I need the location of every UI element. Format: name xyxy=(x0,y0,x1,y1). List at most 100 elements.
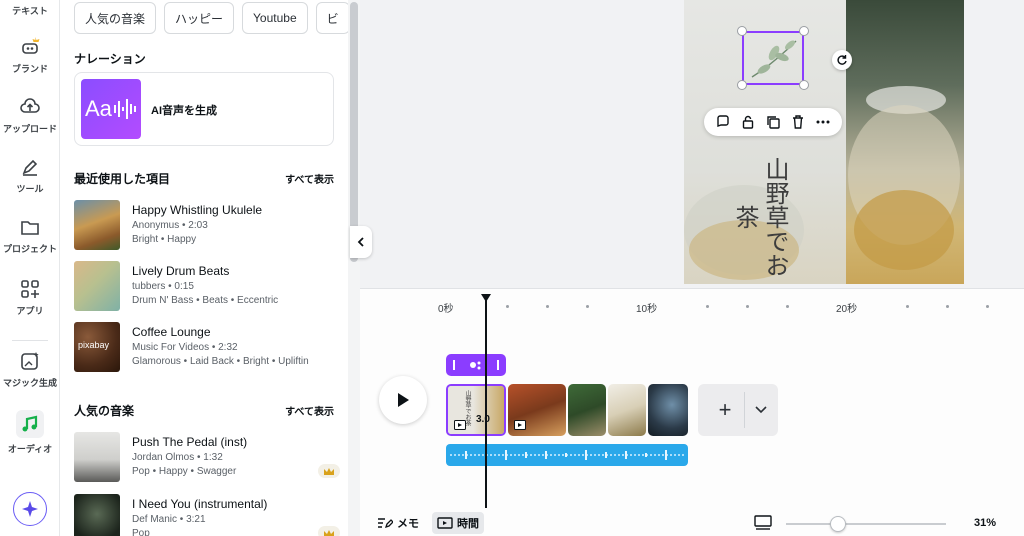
category-chips: 人気の音楽 ハッピー Youtube ビ xyxy=(74,2,348,34)
collapse-panel-button[interactable] xyxy=(350,226,372,258)
selected-leaf-graphic[interactable] xyxy=(742,31,804,85)
sparkle-icon xyxy=(22,501,38,517)
track-thumbnail xyxy=(74,494,120,536)
resize-handle[interactable] xyxy=(799,26,809,36)
ruler-tick xyxy=(706,305,709,308)
premium-badge xyxy=(318,526,340,536)
notes-button[interactable]: メモ xyxy=(372,512,424,534)
time-label: 時間 xyxy=(457,518,479,530)
panel-scrollbar-thumb[interactable] xyxy=(350,2,358,262)
ruler-tick xyxy=(986,305,989,308)
trim-handle-right-icon xyxy=(497,360,499,370)
ruler-label: 10秒 xyxy=(636,304,658,315)
playhead-line[interactable] xyxy=(485,300,487,508)
rotate-handle[interactable] xyxy=(832,50,852,70)
timeline-clip[interactable] xyxy=(608,384,646,436)
chip-happy[interactable]: ハッピー xyxy=(164,2,235,34)
duplicate-icon xyxy=(767,116,780,129)
trim-handle-left-icon xyxy=(453,360,455,370)
ruler-tick xyxy=(946,305,949,308)
timeline-clip[interactable] xyxy=(508,384,566,436)
rail-item-label: アップロード xyxy=(2,124,57,134)
popular-show-all-link[interactable]: すべて表示 xyxy=(285,403,334,418)
track-tags: Glamorous • Laid Back • Bright • Uplifti… xyxy=(132,356,309,367)
zoom-slider-track[interactable] xyxy=(786,523,946,525)
design-canvas[interactable]: 山野草でお茶 xyxy=(684,0,964,284)
video-clip-icon xyxy=(454,420,466,430)
recent-show-all-link[interactable]: すべて表示 xyxy=(285,171,334,186)
transition-icon xyxy=(470,361,481,370)
music-note-icon xyxy=(22,415,38,432)
rail-item-projects[interactable]: プロジェクト xyxy=(0,216,60,255)
add-page-button[interactable]: + xyxy=(698,384,778,436)
track-title: Push The Pedal (inst) xyxy=(132,435,248,449)
rail-item-label: テキスト xyxy=(12,6,48,16)
plus-icon: + xyxy=(718,397,732,422)
waveform-icon xyxy=(114,99,136,119)
rail-item-brand[interactable]: ブランド xyxy=(0,36,60,75)
timeline-toggle-button[interactable]: 時間 xyxy=(432,512,484,534)
add-options-dropdown[interactable] xyxy=(744,384,778,436)
premium-badge xyxy=(318,464,340,478)
chevron-left-icon xyxy=(357,237,364,247)
pen-tool-icon xyxy=(22,159,38,176)
magic-assistant-button[interactable] xyxy=(13,492,47,526)
play-icon xyxy=(398,393,409,407)
track-item[interactable]: I Need You (instrumental) Def Manic • 3:… xyxy=(74,494,344,536)
clip-selection-bar[interactable] xyxy=(446,354,506,376)
play-button[interactable] xyxy=(379,376,427,424)
rail-item-tools[interactable]: ツール xyxy=(0,156,60,195)
track-tags: Drum N' Bass • Beats • Eccentric xyxy=(132,295,279,306)
rail-item-label: プロジェクト xyxy=(2,244,57,254)
audio-waveform xyxy=(450,450,684,460)
popular-title: 人気の音楽 xyxy=(74,404,135,418)
delete-button[interactable] xyxy=(789,113,807,131)
timeline-clip-selected[interactable]: 3.0 山野草でお茶 xyxy=(446,384,506,436)
video-timeline-icon xyxy=(437,517,453,529)
ruler-tick xyxy=(746,305,749,308)
chip-more[interactable]: ビ xyxy=(315,2,348,34)
track-item[interactable]: Happy Whistling Ukulele Anonymus • 2:03 … xyxy=(74,200,344,250)
duplicate-button[interactable] xyxy=(764,113,782,131)
rail-item-upload[interactable]: アップロード xyxy=(0,96,60,135)
zoom-slider-knob[interactable] xyxy=(830,516,846,532)
track-item[interactable]: Push The Pedal (inst) Jordan Olmos • 1:3… xyxy=(74,432,344,482)
track-thumbnail xyxy=(74,200,120,250)
track-title: Happy Whistling Ukulele xyxy=(132,203,263,217)
rail-item-apps[interactable]: アプリ xyxy=(0,278,60,317)
video-clip-icon xyxy=(514,420,526,430)
comment-button[interactable] xyxy=(714,113,732,131)
brand-icon xyxy=(22,37,40,54)
track-thumbnail xyxy=(74,432,120,482)
lock-button[interactable] xyxy=(739,113,757,131)
timeline-clip[interactable] xyxy=(648,384,688,436)
magic-image-icon xyxy=(21,352,39,370)
track-meta: tubbers • 0:15 xyxy=(132,281,194,292)
rail-item-text[interactable]: テキスト xyxy=(0,4,60,17)
ruler-tick xyxy=(906,305,909,308)
track-title: I Need You (instrumental) xyxy=(132,497,268,511)
zoom-value[interactable]: 31% xyxy=(974,517,996,529)
track-item[interactable]: Lively Drum Beats tubbers • 0:15 Drum N'… xyxy=(74,261,344,311)
chip-popular[interactable]: 人気の音楽 xyxy=(74,2,157,34)
track-title: Lively Drum Beats xyxy=(132,264,230,278)
resize-handle[interactable] xyxy=(737,26,747,36)
vertical-title-text[interactable]: 山野草でお茶 xyxy=(731,150,790,284)
timeline-clip[interactable] xyxy=(568,384,606,436)
rail-item-magic[interactable]: マジック生成 xyxy=(0,350,60,389)
track-meta: Anonymus • 2:03 xyxy=(132,220,208,231)
track-thumbnail: pixabay xyxy=(74,322,120,372)
resize-handle[interactable] xyxy=(737,80,747,90)
audio-track-bar[interactable] xyxy=(446,444,688,466)
resize-handle[interactable] xyxy=(799,80,809,90)
track-item[interactable]: pixabay Coffee Lounge Music For Videos •… xyxy=(74,322,344,372)
leaf-sprig-icon xyxy=(751,40,797,78)
ruler-tick xyxy=(586,305,589,308)
teapot-image[interactable] xyxy=(846,0,964,284)
thumbnail-watermark: pixabay xyxy=(78,340,110,350)
page-view-button[interactable] xyxy=(754,515,772,531)
rail-item-audio[interactable]: オーディオ xyxy=(0,410,60,455)
more-options-button[interactable] xyxy=(814,113,832,131)
ai-voice-card[interactable]: Aa AI音声を生成 xyxy=(74,72,334,146)
chip-youtube[interactable]: Youtube xyxy=(242,2,308,34)
